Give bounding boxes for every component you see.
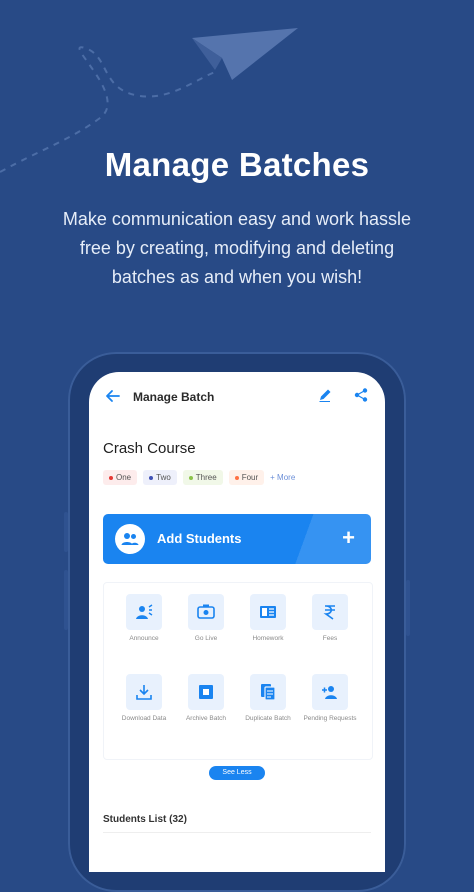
tile-label: Archive Batch: [185, 715, 227, 722]
share-icon[interactable]: [353, 387, 369, 403]
headline: Manage Batches: [104, 146, 370, 183]
add-students-button[interactable]: Add Students +: [103, 514, 371, 564]
tag-label: Two: [156, 473, 171, 482]
rupee-icon: [312, 594, 348, 630]
app-toolbar: Manage Batch: [89, 382, 385, 412]
tile-go-live[interactable]: Go Live: [175, 594, 237, 658]
tile-homework[interactable]: Homework: [237, 594, 299, 658]
tile-label: Announce: [129, 635, 159, 642]
tag-dot-icon: [188, 475, 193, 480]
tile-label: Pending Requests: [303, 715, 357, 722]
tag-label: Three: [195, 473, 217, 482]
tag-label: One: [116, 473, 132, 482]
tile-download-data[interactable]: Download Data: [113, 674, 175, 738]
tag-chip[interactable]: Two: [143, 470, 177, 485]
card-decoration: [281, 514, 371, 564]
tag-label: Four: [241, 473, 259, 482]
tag-dot-icon: [109, 475, 113, 480]
see-less-button[interactable]: See Less: [209, 766, 265, 780]
tag-list: One Two Three Four + More: [103, 470, 295, 485]
phone-side-button: [64, 570, 68, 630]
subheadline-line-3: batches as and when you wish!: [111, 267, 363, 287]
tile-label: Download Data: [121, 715, 167, 722]
tag-dot-icon: [234, 475, 239, 480]
toolbar-title: Manage Batch: [133, 390, 215, 404]
announce-icon: [126, 594, 162, 630]
add-students-label: Add Students: [157, 531, 242, 546]
tile-label: Go Live: [194, 635, 218, 642]
subheadline-line-2: free by creating, modifying and deleting: [79, 238, 395, 258]
tile-duplicate-batch[interactable]: Duplicate Batch: [237, 674, 299, 738]
tag-dot-icon: [149, 475, 154, 480]
app-screen: Manage Batch Crash Course One Two Three …: [89, 372, 385, 872]
tile-announce[interactable]: Announce: [113, 594, 175, 658]
divider: [103, 832, 371, 833]
tile-label: Duplicate Batch: [245, 715, 291, 722]
homework-icon: [250, 594, 286, 630]
tag-chip[interactable]: One: [103, 470, 138, 485]
edit-icon[interactable]: [317, 387, 333, 403]
course-name: Crash Course: [103, 440, 196, 457]
tags-more-link[interactable]: + More: [270, 473, 295, 482]
tile-archive-batch[interactable]: Archive Batch: [175, 674, 237, 738]
action-grid: Announce Go Live Homework Fees Download …: [113, 594, 361, 738]
group-icon: [115, 524, 145, 554]
tile-fees[interactable]: Fees: [299, 594, 361, 658]
tile-pending-requests[interactable]: Pending Requests: [299, 674, 361, 738]
archive-icon: [188, 674, 224, 710]
duplicate-icon: [250, 674, 286, 710]
download-icon: [126, 674, 162, 710]
tile-label: Fees: [322, 635, 338, 642]
live-icon: [188, 594, 224, 630]
plus-icon: +: [342, 525, 355, 550]
students-list-heading: Students List (32): [103, 814, 187, 825]
phone-side-button: [406, 580, 410, 636]
tag-chip[interactable]: Three: [182, 470, 223, 485]
tag-chip[interactable]: Four: [228, 470, 265, 485]
tile-label: Homework: [252, 635, 284, 642]
add-person-icon: [312, 674, 348, 710]
back-arrow-icon[interactable]: [105, 388, 121, 404]
subheadline-line-1: Make communication easy and work hassle: [62, 209, 412, 229]
subheadline: Make communication easy and work hassle …: [30, 205, 444, 292]
phone-side-button: [64, 512, 68, 552]
